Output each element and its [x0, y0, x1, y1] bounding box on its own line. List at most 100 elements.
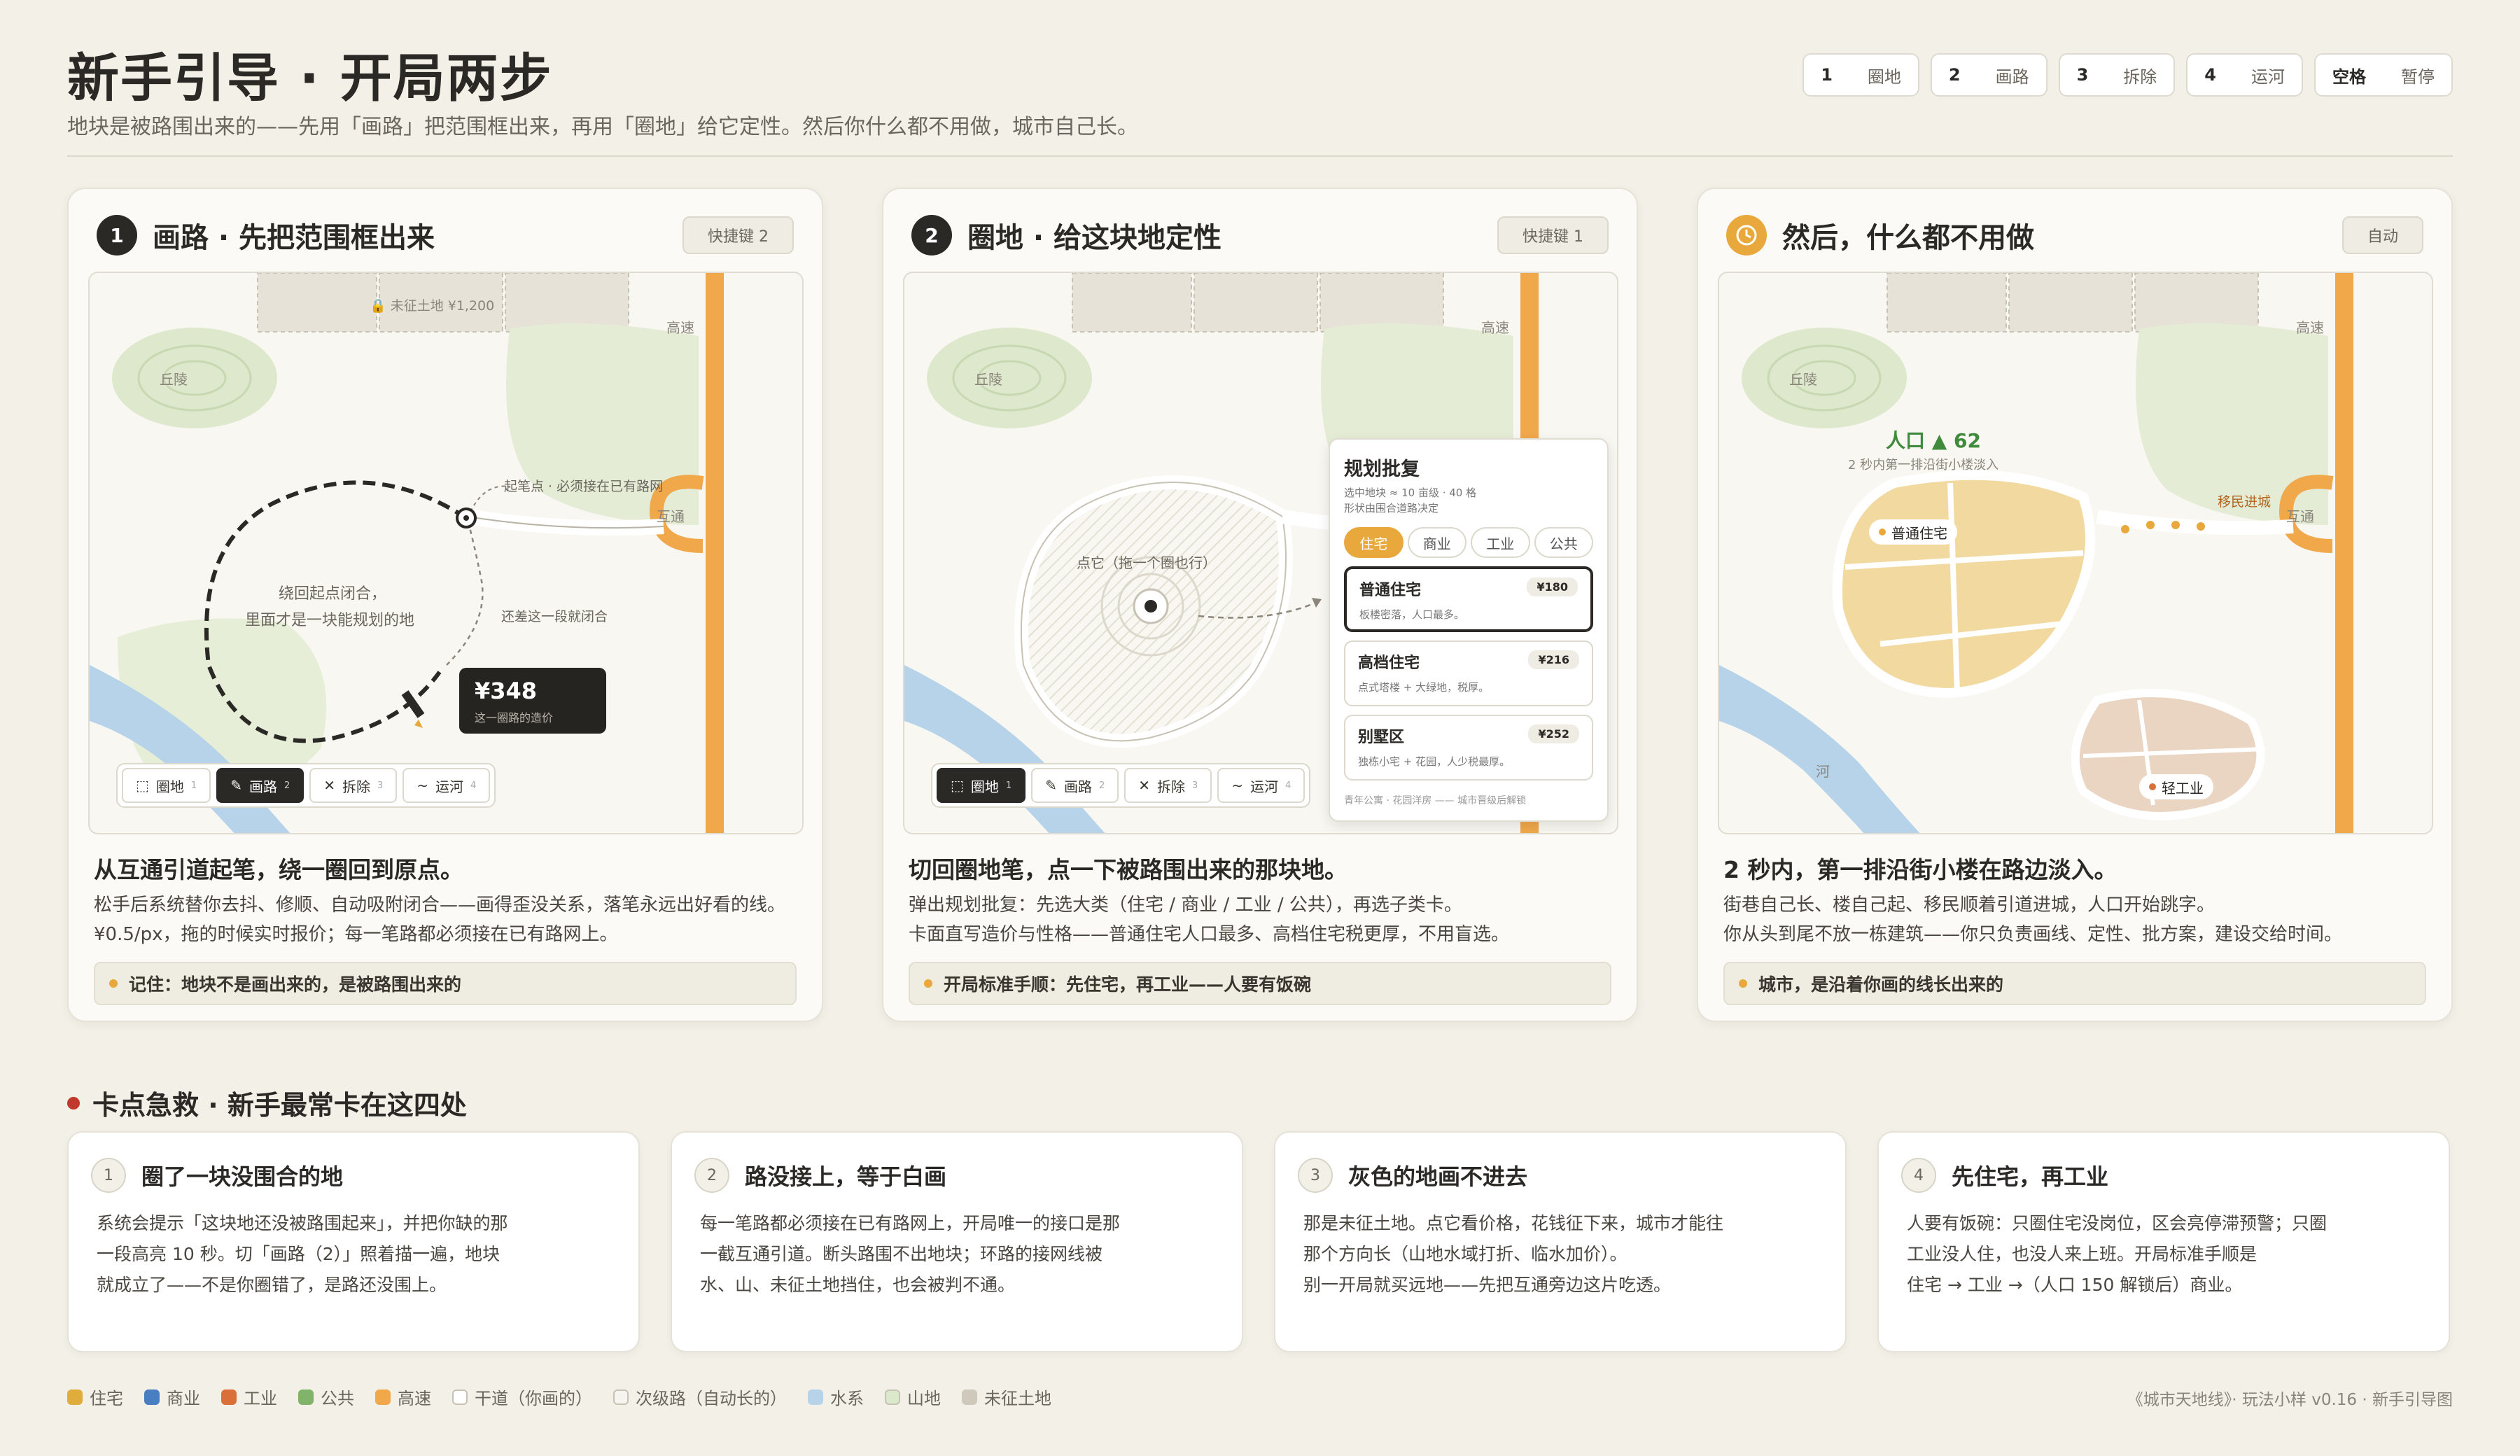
legend-swatch	[298, 1389, 314, 1405]
footer-credit: 《城市天地线》· 玩法小样 v0.16 · 新手引导图	[2127, 1391, 2453, 1409]
legend-swatch	[962, 1389, 977, 1405]
card-body: 街巷自己长、楼自己起、移民顺着引道进城，人口开始跳字。 你从头到尾不放一栋建筑——…	[1723, 895, 2343, 945]
step-card-draw-road: 1 画路 · 先把范围框出来 快捷键 2 🔒 未征土地 ¥1,200 丘陵 高速…	[67, 188, 823, 1022]
tool-canal[interactable]: ∼ 运河 4	[402, 768, 491, 803]
interchange-label: 互通	[657, 508, 685, 525]
tool-zone[interactable]: ⬚ 圈地 1	[122, 768, 211, 803]
start-point-note: 起笔点 · 必须接在已有路网	[504, 479, 664, 494]
planning-approval-panel: 规划批复 选中地块 ≈ 10 亩级 · 40 格形状由围合道路决定 住宅 商业 …	[1329, 438, 1609, 822]
step-number: 1	[97, 215, 137, 255]
gap-note: 还差这一段就闭合	[501, 609, 608, 624]
tip-body: 那是未征土地。点它看价格，花钱征下来，城市才能往 那个方向长（山地水域打折、临水加…	[1303, 1213, 1724, 1295]
wave-icon: ∼	[416, 777, 429, 794]
pen-icon: ✎	[230, 777, 242, 794]
legend-label: 工业	[244, 1389, 277, 1408]
zone-badge-residential: 普通住宅	[1869, 519, 1957, 545]
legend-item: 工业	[221, 1385, 277, 1409]
lasso-icon: ⬚	[136, 777, 149, 794]
legend-label: 次级路（自动长的）	[636, 1389, 787, 1408]
legend-swatch	[808, 1389, 823, 1405]
tool-zone[interactable]: ⬚ 圈地 1	[937, 768, 1026, 803]
legend-item: 次级路（自动长的）	[613, 1385, 787, 1409]
bullet-icon	[67, 1096, 80, 1110]
population-counter: 人口 ▲ 62	[1886, 429, 1981, 452]
card-tip: 记住：地块不是画出来的，是被路围出来的	[94, 962, 797, 1005]
panel-footnote: 青年公寓 · 花园洋房 —— 城市晋级后解锁	[1344, 795, 1527, 806]
card-heading: 切回圈地笔，点一下被路围出来的那块地。	[909, 856, 1348, 883]
legend-item: 公共	[298, 1385, 354, 1409]
tip-body: 人要有饭碗：只圈住宅没岗位，区会亮停滞预警；只圈 工业没人住，也没人来上班。开局标…	[1907, 1213, 2328, 1295]
tool-road[interactable]: ✎ 画路 2	[216, 768, 304, 803]
tab-public[interactable]: 公共	[1534, 527, 1593, 558]
highway-label: 高速	[1481, 319, 1509, 336]
legend-swatch	[452, 1389, 468, 1405]
tab-commercial[interactable]: 商业	[1407, 527, 1466, 558]
step-card-auto-grow: 然后，什么都不用做 自动 丘陵 高速 互通 河 人口 ▲ 62 2 秒内第一排沿…	[1697, 188, 2453, 1022]
legend-swatch	[885, 1389, 900, 1405]
card-title: 然后，什么都不用做	[1782, 222, 2034, 254]
tool-demolish[interactable]: ✕ 拆除 3	[1124, 768, 1212, 803]
tip-number: 2	[694, 1158, 729, 1193]
lasso-icon: ⬚	[951, 777, 964, 794]
click-hint: 点它（拖一个圈也行）	[1077, 554, 1217, 571]
close-icon: ✕	[1138, 777, 1150, 794]
map-preview[interactable]: 🔒 未征土地 ¥1,200 丘陵 高速 互通 起笔点 · 必须接在已有路网 还差…	[88, 272, 804, 834]
hotkey-1[interactable]: 1 圈地	[1802, 53, 1919, 97]
hill-label: 丘陵	[974, 371, 1002, 388]
map-preview[interactable]: 丘陵 高速 互通 河 人口 ▲ 62 2 秒内第一排沿街小楼淡入 移民进城 普通…	[1718, 272, 2433, 834]
zone-badge-industrial: 轻工业	[2139, 774, 2213, 799]
option-standard-residential[interactable]: 普通住宅 板楼密落，人口最多。 ¥180	[1344, 566, 1593, 632]
legend-label: 公共	[321, 1389, 354, 1408]
loop-note-1: 绕回起点闭合，	[279, 585, 387, 603]
highway-label: 高速	[666, 319, 694, 336]
tool-road[interactable]: ✎ 画路 2	[1031, 768, 1119, 803]
hotkey-pause[interactable]: 空格 暂停	[2314, 53, 2453, 97]
legend-item: 水系	[808, 1385, 864, 1409]
legend-label: 未征土地	[984, 1389, 1051, 1408]
option-villa[interactable]: 别墅区 独栋小宅 + 花园，人少税最厚。 ¥252	[1344, 715, 1593, 780]
legend-swatch	[375, 1389, 391, 1405]
pen-icon: ✎	[1045, 777, 1057, 794]
tip-card-4: 4 先住宅，再工业 人要有饭碗：只圈住宅没岗位，区会亮停滞预警；只圈 工业没人住，也…	[1877, 1131, 2450, 1352]
legend-item: 住宅	[67, 1385, 123, 1409]
hotkey-4[interactable]: 4 运河	[2186, 53, 2303, 97]
tab-industrial[interactable]: 工业	[1471, 527, 1530, 558]
hotkey-2[interactable]: 2 画路	[1930, 53, 2047, 97]
legend-item: 商业	[144, 1385, 200, 1409]
legend-label: 干道（你画的）	[475, 1389, 592, 1408]
legend-item: 高速	[375, 1385, 431, 1409]
tip-title: 圈了一块没围合的地	[141, 1163, 344, 1190]
card-heading: 从互通引道起笔，绕一圈回到原点。	[94, 856, 463, 883]
legend-item: 未征土地	[962, 1385, 1051, 1409]
tool-palette: ⬚ 圈地 1 ✎ 画路 2 ✕ 拆除 3 ∼ 运河 4	[931, 763, 1311, 808]
tool-demolish[interactable]: ✕ 拆除 3	[309, 768, 398, 803]
legend-label: 住宅	[90, 1389, 123, 1408]
tip-title: 先住宅，再工业	[1952, 1163, 2109, 1190]
tip-number: 4	[1901, 1158, 1936, 1193]
tab-residential[interactable]: 住宅	[1344, 527, 1404, 558]
page-subtitle: 地块是被路围出来的——先用「画路」把范围框出来，再用「圈地」给它定性。然后你什么…	[67, 115, 1138, 139]
tool-palette: ⬚ 圈地 1 ✎ 画路 2 ✕ 拆除 3 ∼ 运河 4	[116, 763, 496, 808]
panel-title: 规划批复	[1344, 458, 1420, 480]
hill-label: 丘陵	[160, 371, 188, 388]
option-premium-residential[interactable]: 高档住宅 点式塔楼 + 大绿地，税厚。 ¥216	[1344, 640, 1593, 706]
page-title: 新手引导 · 开局两步	[67, 48, 553, 108]
legend-swatch	[613, 1389, 629, 1405]
price-caption: 这一圈路的造价	[475, 711, 554, 724]
map-preview[interactable]: 丘陵 高速 点它（拖一个圈也行） 规划批复 选中地块 ≈ 10 亩级 · 40 …	[903, 272, 1618, 834]
legend-label: 水系	[830, 1389, 864, 1408]
auto-tag: 自动	[2342, 216, 2423, 254]
legend-swatch	[67, 1389, 83, 1405]
hotkey-3[interactable]: 3 拆除	[2058, 53, 2176, 97]
hotkey-bar: 1 圈地 2 画路 3 拆除 4 运河 空格 暂停	[1802, 53, 2453, 97]
card-body: 松手后系统替你去抖、修顺、自动吸附闭合——画得歪没关系，落笔永远出好看的线。 ¥0…	[94, 895, 786, 945]
legend-item: 山地	[885, 1385, 941, 1409]
step-number: 2	[911, 215, 952, 255]
loop-note-2: 里面才是一块能规划的地	[245, 612, 415, 629]
bullet-icon	[109, 979, 118, 988]
tool-canal[interactable]: ∼ 运河 4	[1217, 768, 1306, 803]
highway-label: 高速	[2296, 319, 2324, 336]
tip-body: 系统会提示「这块地还没被路围起来」，并把你缺的那 一段高亮 10 秒。切「画路（2…	[97, 1213, 508, 1295]
migrants-label: 移民进城	[2218, 494, 2272, 510]
price-value: ¥348	[475, 678, 538, 704]
